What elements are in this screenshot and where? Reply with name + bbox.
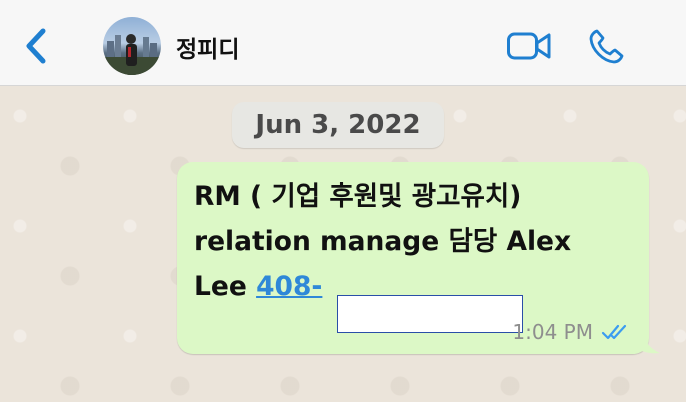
contact-name[interactable]: 정피디 [176,30,239,64]
redaction-box [337,295,523,333]
video-camera-icon[interactable] [506,30,552,62]
message-time: 1:04 PM [512,320,593,344]
phone-icon[interactable] [586,27,626,67]
chat-header: 정피디 [0,0,686,86]
message-line-1: RM ( 기업 후원및 광고유치) [194,181,522,212]
message-line-2: relation manage 담당 Alex [194,226,572,257]
avatar-photo [103,34,161,75]
message-text: RM ( 기업 후원및 광고유치) relation manage 담당 Ale… [194,174,633,309]
date-chip: Jun 3, 2022 [232,102,444,148]
double-check-read-icon [601,324,627,340]
message-bubble[interactable]: RM ( 기업 후원및 광고유치) relation manage 담당 Ale… [177,162,649,354]
avatar[interactable] [103,17,161,75]
phone-link[interactable]: 408- [256,271,322,302]
message-meta: 1:04 PM [512,320,631,344]
chat-background[interactable]: Jun 3, 2022 RM ( 기업 후원및 광고유치) relation m… [0,86,686,402]
bubble-tail [640,324,660,354]
chevron-left-icon[interactable] [22,27,50,65]
message-line-3-prefix: Lee [194,271,257,302]
